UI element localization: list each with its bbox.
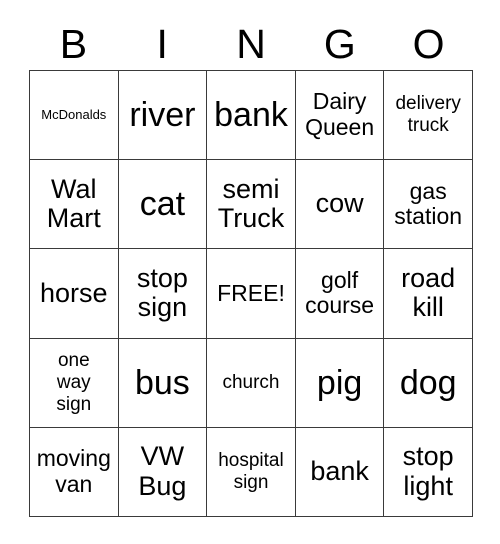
- bingo-cell-r2c5[interactable]: gas station: [384, 160, 473, 250]
- bingo-cell-label: golf course: [305, 266, 375, 319]
- bingo-header-row: B I N G O: [29, 18, 473, 70]
- bingo-header-letter-i: I: [156, 20, 168, 67]
- bingo-free-space-label: FREE!: [217, 279, 285, 306]
- bingo-cell-r3c1[interactable]: horse: [30, 249, 119, 339]
- bingo-cell-r3c4[interactable]: golf course: [295, 249, 385, 339]
- bingo-cell-label: cow: [315, 188, 364, 219]
- bingo-cell-label: stop light: [402, 441, 454, 501]
- bingo-cell-r5c2[interactable]: VW Bug: [118, 427, 208, 517]
- bingo-cell-label: bank: [214, 96, 288, 135]
- bingo-cell-r4c2[interactable]: bus: [118, 338, 208, 428]
- bingo-cell-label: church: [222, 371, 280, 393]
- bingo-cell-label: VW Bug: [138, 441, 187, 501]
- bingo-cell-label: cat: [139, 185, 186, 224]
- bingo-cell-r1c5[interactable]: delivery truck: [384, 71, 473, 161]
- bingo-header-letter-b: B: [59, 20, 88, 67]
- bingo-cell-label: road kill: [401, 262, 456, 323]
- bingo-cell-label: delivery truck: [395, 93, 461, 137]
- bingo-cell-free-space[interactable]: FREE!: [207, 249, 296, 339]
- bingo-cell-label: McDonalds: [41, 106, 107, 122]
- bingo-cell-r2c2[interactable]: cat: [118, 160, 208, 250]
- bingo-cell-r5c1[interactable]: moving van: [30, 427, 119, 517]
- bingo-cell-r2c1[interactable]: Wal Mart: [30, 160, 119, 250]
- bingo-grid: McDonalds river bank Dairy Queen deliver…: [29, 70, 473, 517]
- bingo-cell-label: horse: [40, 277, 108, 308]
- bingo-header-letter-n: N: [236, 20, 266, 67]
- bingo-cell-r4c1[interactable]: one way sign: [30, 338, 119, 428]
- bingo-cell-label: Dairy Queen: [305, 88, 375, 141]
- bingo-cell-r4c4[interactable]: pig: [295, 338, 385, 428]
- bingo-cell-label: Wal Mart: [46, 173, 101, 234]
- bingo-cell-label: bank: [310, 456, 369, 487]
- bingo-cell-r1c1[interactable]: McDonalds: [30, 71, 119, 161]
- bingo-cell-r5c5[interactable]: stop light: [384, 427, 473, 517]
- bingo-cell-label: gas station: [394, 177, 463, 230]
- bingo-cell-r4c5[interactable]: dog: [384, 338, 473, 428]
- bingo-cell-label: hospital sign: [218, 449, 284, 493]
- bingo-cell-r2c4[interactable]: cow: [295, 160, 385, 250]
- bingo-cell-label: one way sign: [56, 349, 92, 415]
- bingo-cell-r5c3[interactable]: hospital sign: [207, 427, 296, 517]
- bingo-cell-label: semi Truck: [217, 173, 285, 234]
- bingo-cell-label: pig: [316, 363, 363, 402]
- bingo-cell-r3c5[interactable]: road kill: [384, 249, 473, 339]
- bingo-cell-label: river: [129, 96, 196, 135]
- bingo-cell-r5c4[interactable]: bank: [295, 427, 385, 517]
- bingo-cell-r1c3[interactable]: bank: [207, 71, 296, 161]
- bingo-cell-label: dog: [399, 363, 457, 402]
- bingo-cell-r4c3[interactable]: church: [207, 338, 296, 428]
- bingo-cell-r1c2[interactable]: river: [118, 71, 208, 161]
- bingo-header-letter-o: O: [412, 20, 445, 67]
- bingo-cell-label: moving van: [36, 445, 111, 497]
- bingo-cell-r1c4[interactable]: Dairy Queen: [295, 71, 385, 161]
- bingo-cell-label: stop sign: [136, 262, 188, 323]
- bingo-card: B I N G O McDonalds river bank Dairy Que…: [0, 0, 500, 544]
- bingo-cell-r2c3[interactable]: semi Truck: [207, 160, 296, 250]
- bingo-cell-label: bus: [134, 363, 190, 402]
- bingo-header-letter-g: G: [323, 20, 356, 67]
- bingo-cell-r3c2[interactable]: stop sign: [118, 249, 208, 339]
